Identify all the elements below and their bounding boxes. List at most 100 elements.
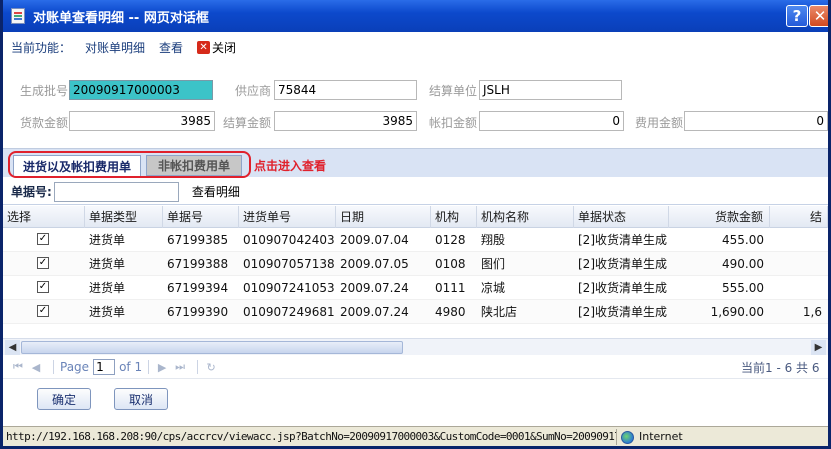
- page-number-input[interactable]: 1: [93, 359, 116, 375]
- batch-field[interactable]: 20090917000003: [69, 80, 213, 100]
- pager-divider: [197, 360, 199, 374]
- col-status[interactable]: 单据状态: [574, 206, 669, 228]
- settle-unit-field[interactable]: JSLH: [479, 80, 622, 100]
- settle-amount-field[interactable]: 3985: [274, 111, 417, 131]
- search-bar: 单据号: 查看明细: [3, 179, 828, 205]
- cell-settle-partial: [770, 252, 828, 276]
- first-page-icon[interactable]: ⏮: [11, 360, 25, 374]
- supplier-label: 供应商: [235, 84, 272, 98]
- cancel-button[interactable]: 取消: [114, 388, 168, 410]
- cell-amount: 455.00: [722, 233, 764, 247]
- cell-purchase-no: 010907249681: [243, 305, 335, 319]
- col-org[interactable]: 机构: [431, 206, 477, 228]
- function-label: 当前功能：: [11, 40, 72, 55]
- function-bar: 当前功能： 对账单明细 查看 ✕ 关闭: [3, 32, 828, 62]
- hint-text: 点击进入查看: [254, 159, 327, 173]
- cell-settle-partial: [770, 276, 828, 300]
- cell-doc-type: 进货单: [89, 233, 126, 247]
- row-checkbox[interactable]: ✓: [37, 305, 49, 317]
- prev-page-icon[interactable]: ◀: [29, 361, 43, 374]
- batch-label: 生成批号: [20, 84, 69, 98]
- horizontal-scrollbar[interactable]: ◀ ▶: [3, 338, 828, 355]
- cell-doc-type: 进货单: [89, 281, 126, 295]
- supplier-field[interactable]: 75844: [274, 80, 417, 100]
- close-button[interactable]: ✕ 关闭: [197, 39, 236, 56]
- window-title: 对账单查看明细 -- 网页对话框: [33, 10, 209, 26]
- cell-org-name: 图们: [481, 257, 506, 271]
- status-url: http://192.168.168.208:90/cps/accrcv/vie…: [6, 429, 617, 445]
- fee-amount-label: 费用金额: [635, 116, 684, 130]
- cell-doc-type: 进货单: [89, 305, 126, 319]
- cell-date: 2009.07.04: [340, 233, 409, 247]
- cell-org: 0128: [435, 233, 466, 247]
- row-checkbox[interactable]: ✓: [37, 233, 49, 245]
- cell-amount: 555.00: [722, 281, 764, 295]
- row-checkbox[interactable]: ✓: [37, 281, 49, 293]
- deduct-amount-label: 帐扣金额: [429, 116, 478, 130]
- help-button[interactable]: ?: [786, 5, 808, 27]
- col-settle-partial[interactable]: 结: [770, 206, 828, 228]
- dialog-window: 对账单查看明细 -- 网页对话框 ? ✕ 当前功能： 对账单明细 查看 ✕ 关闭…: [0, 0, 831, 449]
- globe-icon: [621, 430, 634, 444]
- cell-status: [2]收货清单生成: [578, 233, 667, 247]
- table-row[interactable]: ✓ 进货单 67199394 010907241053 2009.07.24 0…: [3, 276, 828, 300]
- grid-header: 选择 单据类型 单据号 进货单号 日期 机构 机构名称 单据状态 货款金额 结: [3, 206, 828, 228]
- cell-doc-no: 67199388: [167, 257, 229, 271]
- col-doc-no[interactable]: 单据号: [163, 206, 239, 228]
- cell-org-name: 陕北店: [481, 305, 518, 319]
- cell-amount: 1,690.00: [710, 305, 764, 319]
- tab-non-deduction-fees[interactable]: 非帐扣费用单: [146, 155, 242, 176]
- table-row[interactable]: ✓ 进货单 67199385 010907042403 2009.07.04 0…: [3, 228, 828, 252]
- col-select[interactable]: 选择: [3, 206, 85, 228]
- summary-form: 生成批号 20090917000003 供应商 75844 结算单位 JSLH …: [3, 70, 828, 136]
- tab-bar: 进货以及帐扣费用单 非帐扣费用单 点击进入查看: [3, 148, 828, 178]
- close-icon: ✕: [197, 40, 211, 54]
- scrollbar-thumb[interactable]: [21, 341, 403, 354]
- cell-status: [2]收货清单生成: [578, 305, 667, 319]
- next-page-icon[interactable]: ▶: [155, 361, 169, 374]
- cell-doc-no: 67199385: [167, 233, 229, 247]
- last-page-icon[interactable]: ⏭: [173, 360, 187, 374]
- col-amount[interactable]: 货款金额: [669, 206, 770, 228]
- title-bar[interactable]: 对账单查看明细 -- 网页对话框 ? ✕: [3, 0, 828, 32]
- pager-divider: [53, 360, 54, 374]
- cell-purchase-no: 010907057138: [243, 257, 335, 271]
- cell-amount: 490.00: [722, 257, 764, 271]
- document-grid: 选择 单据类型 单据号 进货单号 日期 机构 机构名称 单据状态 货款金额 结 …: [3, 206, 828, 346]
- row-checkbox[interactable]: ✓: [37, 257, 49, 269]
- col-date[interactable]: 日期: [336, 206, 431, 228]
- col-org-name[interactable]: 机构名称: [477, 206, 574, 228]
- cell-settle-partial: 1,6: [802, 305, 822, 319]
- cell-date: 2009.07.24: [340, 305, 409, 319]
- cell-doc-no: 67199390: [167, 305, 229, 319]
- ok-button[interactable]: 确定: [37, 388, 91, 410]
- deduct-amount-field[interactable]: 0: [479, 111, 624, 131]
- window-close-button[interactable]: ✕: [809, 5, 828, 27]
- dialog-content: 当前功能： 对账单明细 查看 ✕ 关闭 生成批号 20090917000003 …: [3, 32, 828, 426]
- col-purchase-no[interactable]: 进货单号: [239, 206, 336, 228]
- document-icon: [11, 8, 25, 24]
- goods-amount-label: 货款金额: [20, 116, 69, 130]
- cell-purchase-no: 010907241053: [243, 281, 335, 295]
- table-row[interactable]: ✓ 进货单 67199390 010907249681 2009.07.24 4…: [3, 300, 828, 324]
- fee-amount-field[interactable]: 0: [684, 111, 828, 131]
- tab-purchase-deductions[interactable]: 进货以及帐扣费用单: [13, 155, 141, 176]
- scroll-right-icon[interactable]: ▶: [811, 340, 826, 355]
- view-detail-button[interactable]: 查看明细: [192, 183, 240, 200]
- goods-amount-field[interactable]: 3985: [69, 111, 215, 131]
- page-label: Page: [60, 360, 90, 374]
- table-row[interactable]: ✓ 进货单 67199388 010907057138 2009.07.05 0…: [3, 252, 828, 276]
- refresh-icon[interactable]: ↻: [204, 361, 218, 374]
- cell-org: 4980: [435, 305, 466, 319]
- function-action: 查看: [159, 40, 184, 55]
- doc-number-input[interactable]: [53, 181, 179, 202]
- cell-settle-partial: [770, 228, 828, 252]
- close-label: 关闭: [212, 40, 237, 55]
- cell-status: [2]收货清单生成: [578, 257, 667, 271]
- cell-org-name: 翔殷: [481, 233, 506, 247]
- scroll-left-icon[interactable]: ◀: [5, 340, 20, 355]
- function-module: 对账单明细: [85, 40, 146, 55]
- col-doc-type[interactable]: 单据类型: [85, 206, 163, 228]
- record-summary: 当前1 - 6 共 6: [741, 361, 820, 375]
- settle-unit-label: 结算单位: [429, 84, 478, 98]
